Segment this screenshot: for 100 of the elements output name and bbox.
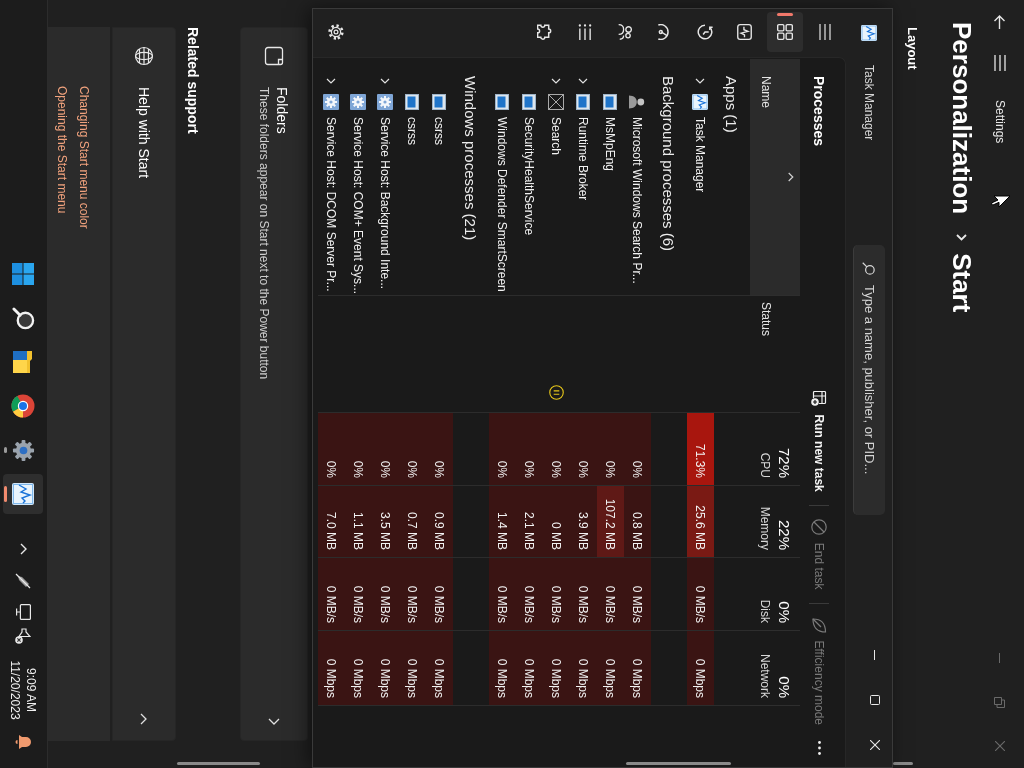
table-cell: 0 Mbps [516, 631, 543, 706]
settings-icon [12, 438, 35, 462]
group-header[interactable]: Background processes (6) [660, 76, 678, 252]
table-cell: 0 Mbps [489, 631, 516, 706]
person-icon [629, 94, 646, 110]
table-cell: 0 MB/s [426, 558, 453, 631]
table-cell: 0 MB/s [516, 558, 543, 631]
help-link[interactable]: Opening the Start menu [51, 86, 73, 214]
monitor-icon[interactable] [16, 604, 31, 620]
table-cell: 2.1 MB [516, 486, 543, 558]
list-icon [578, 24, 592, 40]
table-cell: 0% [624, 413, 651, 486]
card-title: Folders [273, 87, 292, 136]
clock-time: 9:09 AM [23, 668, 40, 712]
settings-card[interactable]: Folders These folders appear on Start next to the Power button [240, 27, 308, 741]
search-field[interactable]: Type a name, publisher, or PID... [853, 245, 885, 515]
column-header[interactable]: Status [750, 296, 800, 413]
process-name[interactable]: Service Host: DCOM Server Pr... [324, 117, 339, 292]
window-icon [494, 94, 511, 110]
table-cell: 1.1 MB [345, 486, 372, 558]
process-name[interactable]: SecurityHealthService [522, 117, 537, 236]
column-header[interactable]: Name [750, 59, 800, 296]
page-title: Processes [811, 76, 828, 147]
toolbar-button[interactable]: Run new task [803, 382, 836, 500]
chevron-icon[interactable] [20, 543, 27, 555]
close-icon [870, 739, 880, 750]
window-icon [575, 94, 592, 110]
window-icon [431, 94, 448, 110]
table-cell: 0% [597, 413, 624, 486]
chevron-icon[interactable] [326, 78, 337, 84]
expander-header[interactable]: Help with Start [112, 27, 176, 741]
browser-icon [11, 394, 36, 418]
table-cell: 0 Mbps [426, 631, 453, 706]
table-cell: 107.2 MB [597, 486, 624, 558]
table-cell: 7.0 MB [318, 486, 345, 558]
chart-icon [861, 25, 877, 41]
chevron-icon [956, 234, 968, 242]
column-header[interactable]: 0% Disk [750, 558, 800, 631]
chevron-icon[interactable] [551, 78, 562, 84]
table-cell: 0 MB/s [318, 558, 345, 631]
menu-icon [994, 55, 1006, 71]
tiles-icon [12, 263, 35, 285]
process-name[interactable]: Runtime Broker [576, 117, 591, 201]
group-header[interactable]: Windows processes (21) [462, 76, 480, 241]
table-cell: 0 MB [543, 486, 570, 558]
process-name[interactable]: csrss [432, 117, 447, 145]
table-cell: 0 Mbps [372, 631, 399, 706]
bell-icon[interactable] [15, 734, 32, 750]
restore-icon [994, 696, 1006, 708]
table-cell: 0 Mbps [570, 631, 597, 706]
process-name[interactable]: csrss [405, 117, 420, 145]
new-window-icon [811, 390, 828, 407]
column-header[interactable]: 0% Network [750, 631, 800, 706]
column-header[interactable]: 72% CPU [750, 413, 800, 486]
nav-tab[interactable] [767, 12, 803, 52]
table-cell: 0% [516, 413, 543, 486]
window-title: Settings [993, 100, 1007, 144]
column-header[interactable]: 22% Memory [750, 486, 800, 558]
table-cell: 0 MB/s [570, 558, 597, 631]
chevron-icon[interactable] [695, 78, 706, 84]
search-icon [862, 262, 875, 275]
cursor-icon [991, 195, 1011, 208]
section-heading: Related support [184, 27, 202, 134]
process-name[interactable]: Service Host: COM+ Event Sys... [351, 117, 366, 295]
process-name[interactable]: Task Manager [693, 117, 708, 193]
scrollbar-thumb[interactable] [893, 762, 913, 765]
more-icon [818, 741, 821, 755]
chevron-icon[interactable] [380, 78, 391, 84]
process-name[interactable]: Search [549, 117, 564, 156]
process-name[interactable]: Microsoft Windows Search Pr... [630, 117, 645, 284]
table-cell: 0% [372, 413, 399, 486]
gear-icon [350, 94, 367, 110]
sort-icon [788, 172, 794, 182]
maximize-icon [870, 694, 880, 705]
chevron-icon[interactable] [578, 78, 589, 84]
pen-icon[interactable] [15, 573, 32, 589]
close-icon [995, 741, 1005, 751]
group-header[interactable]: Apps (1) [723, 76, 741, 133]
process-name[interactable]: MsMpEng [603, 117, 618, 172]
table-cell: 0 Mbps [345, 631, 372, 706]
scrollbar-thumb[interactable] [626, 762, 731, 765]
folder-icon [264, 46, 284, 66]
speaker-muted-icon[interactable] [15, 628, 32, 644]
table-cell: 0% [399, 413, 426, 486]
table-cell: 0 MB/s [597, 558, 624, 631]
scrollbar-thumb[interactable] [177, 762, 260, 765]
table-cell: 0% [570, 413, 597, 486]
table-cell: 0 MB/s [543, 558, 570, 631]
breadcrumb-link[interactable]: Personalization [944, 22, 980, 215]
process-name[interactable]: Windows Defender SmartScreen [495, 117, 510, 292]
taskbar-app[interactable] [3, 474, 44, 514]
globe-icon [134, 46, 154, 66]
history-icon [697, 24, 713, 40]
process-name[interactable]: Service Host: Background Inte... [378, 117, 393, 290]
table-cell: 0% [345, 413, 372, 486]
table-cell: 1.4 MB [489, 486, 516, 558]
grid-icon [777, 24, 793, 40]
section-heading: Layout [904, 27, 921, 70]
selection-indicator [777, 13, 793, 16]
help-link[interactable]: Changing Start menu color [73, 86, 95, 229]
